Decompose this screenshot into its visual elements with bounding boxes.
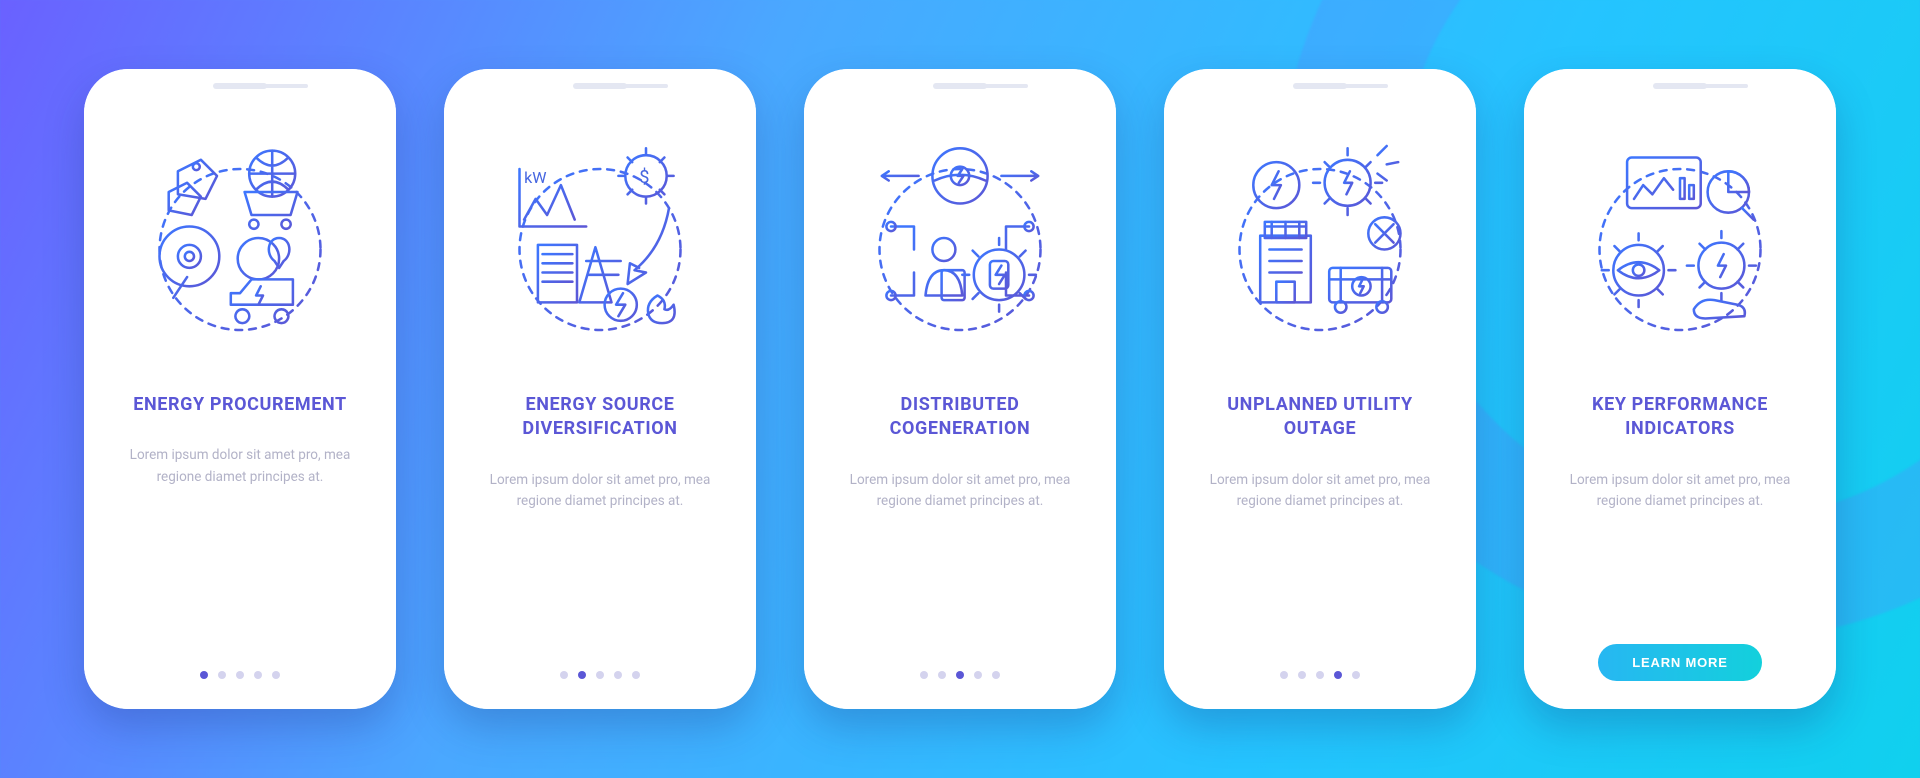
- pager-dot[interactable]: [938, 671, 946, 679]
- pager-dot[interactable]: [992, 671, 1000, 679]
- pager: [920, 671, 1000, 685]
- pager-dot[interactable]: [920, 671, 928, 679]
- onboarding-stage: ENERGY PROCUREMENT Lorem ipsum dolor sit…: [0, 0, 1920, 778]
- unplanned-utility-outage-icon: [1205, 123, 1435, 353]
- svg-text:$: $: [639, 167, 649, 188]
- onboarding-screen-5: KEY PERFORMANCE INDICATORS Lorem ipsum d…: [1524, 69, 1836, 709]
- pager-dot[interactable]: [236, 671, 244, 679]
- learn-more-button[interactable]: LEARN MORE: [1598, 644, 1761, 681]
- screen-title: DISTRIBUTED COGENERATION: [830, 393, 1090, 442]
- screen-title: ENERGY SOURCE DIVERSIFICATION: [470, 393, 730, 442]
- pager-dot[interactable]: [254, 671, 262, 679]
- energy-procurement-icon: [125, 123, 355, 353]
- pager-dot[interactable]: [578, 671, 586, 679]
- onboarding-screen-4: UNPLANNED UTILITY OUTAGE Lorem ipsum dol…: [1164, 69, 1476, 709]
- screen-title: ENERGY PROCUREMENT: [133, 393, 347, 417]
- pager-dot[interactable]: [1352, 671, 1360, 679]
- onboarding-screen-2: kW $ ENERGY SOURCE DIVERSIFICATION Lo: [444, 69, 756, 709]
- screen-description: Lorem ipsum dolor sit amet pro, mea regi…: [1200, 470, 1440, 513]
- pager-dot[interactable]: [560, 671, 568, 679]
- screen-description: Lorem ipsum dolor sit amet pro, mea regi…: [480, 470, 720, 513]
- pager-dot[interactable]: [1316, 671, 1324, 679]
- screen-description: Lorem ipsum dolor sit amet pro, mea regi…: [1560, 470, 1800, 513]
- screen-description: Lorem ipsum dolor sit amet pro, mea regi…: [120, 445, 360, 488]
- pager-dot[interactable]: [596, 671, 604, 679]
- pager-dot[interactable]: [632, 671, 640, 679]
- screen-title: KEY PERFORMANCE INDICATORS: [1550, 393, 1810, 442]
- screen-description: Lorem ipsum dolor sit amet pro, mea regi…: [840, 470, 1080, 513]
- key-performance-indicators-icon: [1565, 123, 1795, 353]
- svg-text:kW: kW: [524, 168, 546, 187]
- pager-dot[interactable]: [218, 671, 226, 679]
- onboarding-screen-3: DISTRIBUTED COGENERATION Lorem ipsum dol…: [804, 69, 1116, 709]
- pager-dot[interactable]: [1298, 671, 1306, 679]
- screen-title: UNPLANNED UTILITY OUTAGE: [1190, 393, 1450, 442]
- pager: [200, 671, 280, 685]
- onboarding-screen-1: ENERGY PROCUREMENT Lorem ipsum dolor sit…: [84, 69, 396, 709]
- pager-dot[interactable]: [614, 671, 622, 679]
- distributed-cogeneration-icon: [845, 123, 1075, 353]
- pager-dot[interactable]: [272, 671, 280, 679]
- pager-dot[interactable]: [1334, 671, 1342, 679]
- pager: [1280, 671, 1360, 685]
- pager-dot[interactable]: [974, 671, 982, 679]
- pager-dot[interactable]: [1280, 671, 1288, 679]
- pager-dot[interactable]: [956, 671, 964, 679]
- pager-dot[interactable]: [200, 671, 208, 679]
- pager: [560, 671, 640, 685]
- energy-source-diversification-icon: kW $: [485, 123, 715, 353]
